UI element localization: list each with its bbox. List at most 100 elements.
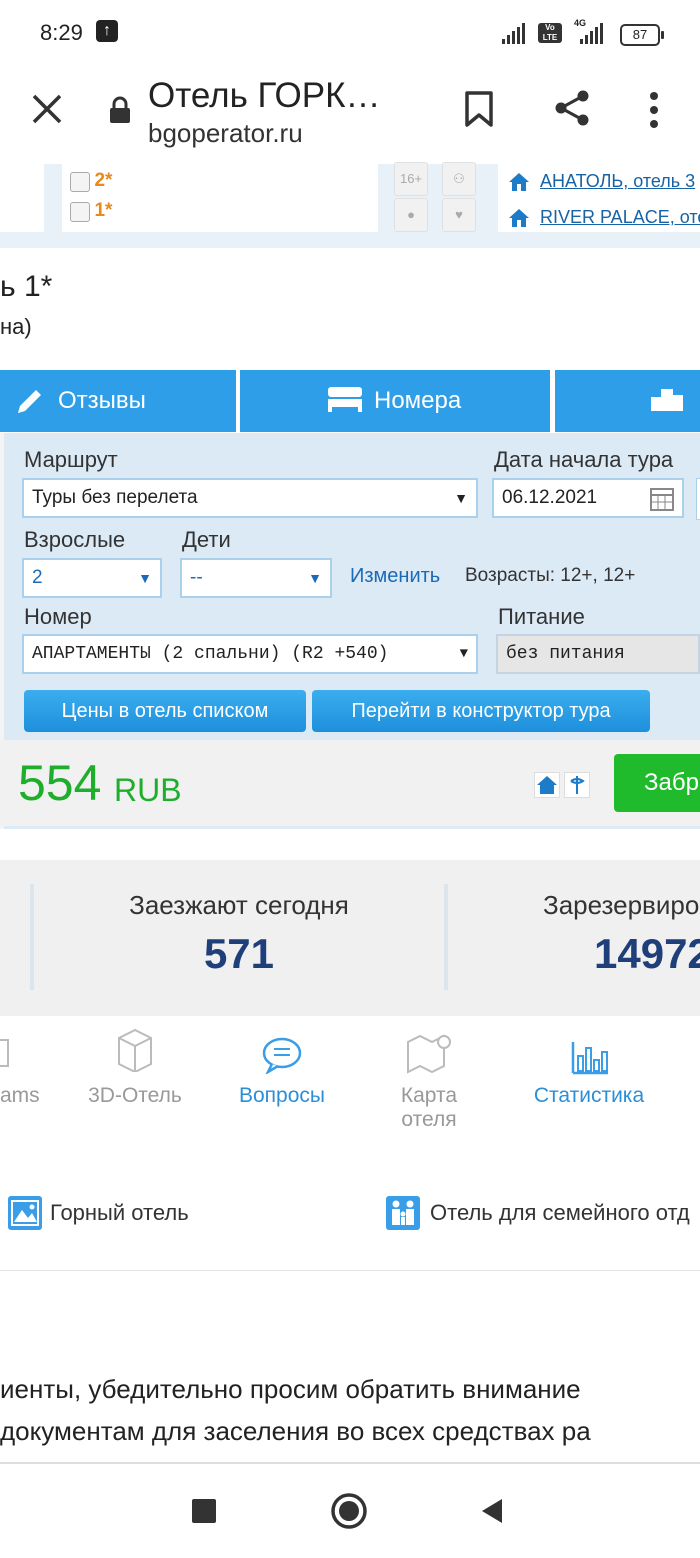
more-menu-icon[interactable]: [644, 90, 664, 130]
tab-reviews-label: Отзывы: [58, 387, 146, 414]
stat-divider: [444, 884, 448, 990]
home-button-icon[interactable]: [330, 1492, 368, 1535]
section-divider: [0, 1270, 700, 1271]
tab-rooms[interactable]: Номера: [240, 370, 550, 432]
android-nav-bar: [0, 1462, 700, 1558]
filter-star2[interactable]: 2*: [70, 170, 112, 192]
battery-icon: 87: [620, 24, 664, 46]
notice-line-2: документам для заселения во всех средств…: [0, 1416, 591, 1446]
tag-mountain-hotel: Горный отель: [50, 1200, 189, 1225]
children-select[interactable]: -- ▼: [180, 558, 332, 598]
star-filter: 2* 1*: [62, 164, 378, 232]
home-icon[interactable]: [534, 772, 560, 798]
route-select-value: Туры без перелета: [32, 487, 198, 508]
checkin-today-label: Заезжают сегодня: [129, 890, 349, 920]
hearts-icon[interactable]: ♥: [442, 198, 476, 232]
chevron-down-icon: ▼: [454, 490, 468, 506]
meal-select-value: без питания: [506, 644, 625, 664]
room-select-value: АПАРТАМЕНТЫ (2 спальни) (R2 +540): [32, 644, 389, 664]
room-label: Номер: [24, 604, 92, 629]
piggy-icon[interactable]: ●: [394, 198, 428, 232]
price-currency: RUB: [114, 772, 182, 808]
adults-label: Взрослые: [24, 527, 126, 552]
calendar-icon[interactable]: [650, 487, 674, 517]
chevron-down-icon: ▼: [459, 646, 468, 662]
room-select[interactable]: АПАРТАМЕНТЫ (2 спальни) (R2 +540) ▼: [22, 634, 478, 674]
adults-select-value: 2: [32, 567, 43, 588]
change-ages-link[interactable]: Изменить: [350, 565, 440, 588]
map-icon: [406, 1032, 454, 1079]
buildings-icon: [649, 383, 685, 420]
ages-text: Возрасты: 12+, 12+: [465, 565, 636, 586]
house-icon: [508, 208, 530, 233]
star1-checkbox[interactable]: [70, 201, 90, 222]
menu-item-ams-label: ams: [0, 1084, 40, 1107]
family-icon: [386, 1196, 420, 1230]
bar-chart-icon: [570, 1040, 610, 1081]
hotel-link-anatol[interactable]: АНАТОЛЬ, отель 3: [540, 171, 695, 192]
star2-checkbox[interactable]: [70, 171, 90, 192]
pencil-icon: [14, 382, 46, 421]
meal-select[interactable]: без питания: [496, 634, 700, 674]
hotel-link-river-palace[interactable]: RIVER PALACE, оте: [540, 207, 700, 228]
menu-item-statistics-label: Статистика: [533, 1084, 645, 1107]
status-time: 8:29: [40, 20, 83, 45]
route-select[interactable]: Туры без перелета ▼: [22, 478, 478, 518]
page-title: Отель ГОРК…: [148, 76, 381, 115]
volte-icon: Vo LTE: [538, 23, 562, 43]
menu-item-questions-label: Вопросы: [238, 1084, 325, 1107]
pharmacy-icon[interactable]: [564, 772, 590, 798]
date-label: Дата начала тура: [494, 447, 674, 472]
star2-label: 2*: [94, 170, 113, 191]
upload-icon: ↑: [96, 20, 118, 42]
tab-rooms-label: Номера: [374, 387, 462, 414]
signal-4g-icon: 4G: [570, 18, 610, 44]
page-url[interactable]: bgoperator.ru: [148, 118, 303, 149]
notice-line-1: иенты, убедительно просим обратить внима…: [0, 1374, 581, 1404]
adults-select[interactable]: 2 ▼: [22, 558, 162, 598]
hotel-subtitle: на): [0, 314, 32, 339]
house-icon: [508, 172, 530, 197]
reserved-value: 14972: [594, 930, 700, 977]
chevron-down-icon: ▼: [308, 570, 322, 586]
signal-icon: [502, 22, 530, 44]
menu-item-hotel-map-label-1: Карта: [400, 1084, 458, 1107]
age-16-icon[interactable]: 16+: [394, 162, 428, 196]
form-right-edge: [696, 478, 700, 520]
bed-icon: [326, 383, 364, 420]
couple-icon[interactable]: ⚇: [442, 162, 476, 196]
close-icon[interactable]: [30, 92, 64, 126]
date-input[interactable]: 06.12.2021: [492, 478, 684, 518]
bookmark-icon[interactable]: [464, 90, 494, 128]
menu-item-hotel-map-label-2: отеля: [401, 1108, 457, 1131]
reserved-label: Зарезервиро: [543, 890, 700, 920]
price-bar: [0, 740, 700, 826]
filter-star1[interactable]: 1*: [70, 200, 112, 222]
recents-icon[interactable]: [192, 1499, 216, 1523]
hotel-tabs: Отзывы Номера: [0, 370, 700, 434]
mountain-icon: [8, 1196, 42, 1230]
chevron-down-icon: ▼: [138, 570, 152, 586]
menu-item-3d-hotel-label: 3D-Отель: [88, 1084, 182, 1107]
prices-list-button[interactable]: Цены в отель списком: [24, 690, 306, 732]
checkin-today-value: 571: [203, 930, 275, 977]
star1-label: 1*: [94, 200, 113, 221]
back-icon[interactable]: [480, 1498, 504, 1529]
children-label: Дети: [182, 527, 231, 552]
book-button[interactable]: Забр: [614, 754, 700, 812]
building-3d-icon: [116, 1028, 154, 1077]
tab-reviews[interactable]: Отзывы: [0, 370, 236, 432]
tab-hotel[interactable]: [555, 370, 700, 432]
chat-bubble-icon: [262, 1036, 302, 1079]
share-icon[interactable]: [552, 88, 592, 128]
tag-family-hotel: Отель для семейного отд: [430, 1200, 690, 1225]
lock-icon: [108, 96, 132, 124]
doc-icon: [0, 1038, 10, 1073]
strip-left-edge: [0, 164, 44, 232]
meal-label: Питание: [498, 604, 585, 629]
date-input-value: 06.12.2021: [502, 487, 598, 508]
price-amount: 554: [18, 755, 102, 811]
route-label: Маршрут: [24, 447, 118, 472]
tour-constructor-button[interactable]: Перейти в конструктор тура: [312, 690, 650, 732]
children-select-value: --: [190, 567, 203, 588]
